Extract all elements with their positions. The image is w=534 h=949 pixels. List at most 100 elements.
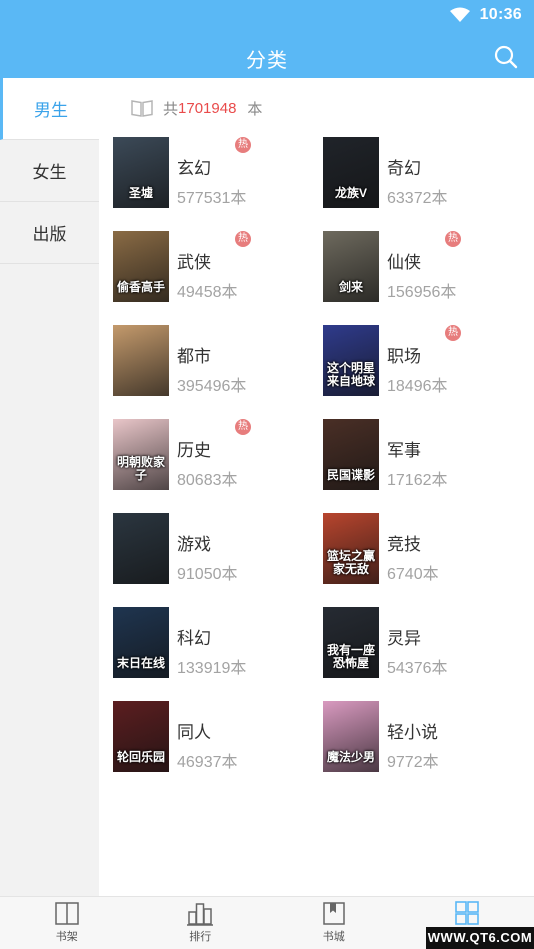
category-item[interactable]: 魔法少男 轻小说 9772本 (323, 701, 533, 795)
book-cover: 这个明星来自地球 (323, 325, 379, 396)
cover-title: 偷香高手 (116, 280, 165, 294)
category-item[interactable]: 明朝败家子 历史 80683本 热 (113, 419, 323, 513)
book-cover: 剑来 (323, 231, 379, 302)
cover-title: 龙族V (334, 186, 367, 200)
category-grid-icon (455, 901, 480, 925)
category-item[interactable]: 龙族V 奇幻 63372本 (323, 137, 533, 231)
book-cover: 篮坛之赢家无敌 (323, 513, 379, 584)
category-item[interactable]: 游戏 91050本 (113, 513, 323, 607)
category-count: 80683本 (177, 472, 238, 489)
hot-badge: 热 (235, 231, 251, 247)
cover-title: 我有一座恐怖屋 (326, 643, 375, 670)
category-name: 轻小说 (387, 723, 438, 742)
category-name: 都市 (177, 347, 211, 366)
cover-title: 魔法少男 (326, 750, 375, 764)
cover-title: 圣墟 (128, 186, 153, 200)
category-item[interactable]: 篮坛之赢家无敌 竞技 6740本 (323, 513, 533, 607)
book-cover (113, 325, 169, 396)
category-item[interactable]: 圣墟 玄幻 577531本 热 (113, 137, 323, 231)
bookshelf-icon (55, 902, 79, 925)
category-name: 奇幻 (387, 159, 421, 178)
nav-bookstore[interactable]: 书城 (267, 897, 401, 949)
category-name: 仙侠 (387, 253, 421, 272)
category-count: 156956本 (387, 284, 457, 301)
cover-title: 民国谍影 (326, 468, 375, 482)
cover-title: 篮坛之赢家无敌 (326, 549, 375, 576)
status-bar: 10:36 (449, 4, 522, 26)
category-item[interactable]: 轮回乐园 同人 46937本 (113, 701, 323, 795)
category-count: 54376本 (387, 660, 448, 677)
category-count: 46937本 (177, 754, 238, 771)
category-name: 游戏 (177, 535, 211, 554)
book-cover: 圣墟 (113, 137, 169, 208)
category-name: 职场 (387, 347, 421, 366)
cover-title: 末日在线 (116, 656, 165, 670)
category-count: 395496本 (177, 378, 247, 395)
status-time: 10:36 (479, 6, 522, 23)
category-count: 49458本 (177, 284, 238, 301)
sidebar-item-label: 男生 (34, 101, 68, 120)
category-item[interactable]: 这个明星来自地球 职场 18496本 热 (323, 325, 533, 419)
category-name: 竞技 (387, 535, 421, 554)
category-count: 133919本 (177, 660, 247, 677)
category-item[interactable]: 剑来 仙侠 156956本 热 (323, 231, 533, 325)
book-cover: 民国谍影 (323, 419, 379, 490)
total-prefix: 共 (163, 100, 179, 118)
category-item[interactable]: 末日在线 科幻 133919本 (113, 607, 323, 701)
category-name: 科幻 (177, 629, 211, 648)
category-name: 历史 (177, 441, 211, 460)
sidebar-item-label: 女生 (32, 163, 67, 182)
category-panel: 共 1701948 本 圣墟 玄幻 577531本 热 龙族V 奇幻 63372… (99, 78, 534, 896)
category-grid: 圣墟 玄幻 577531本 热 龙族V 奇幻 63372本 偷香高手 武侠 49… (113, 137, 533, 795)
title-bar: 10:36 分类 (0, 0, 534, 78)
sidebar-item-publish[interactable]: 出版 (0, 202, 99, 264)
book-cover: 轮回乐园 (113, 701, 169, 772)
book-cover: 偷香高手 (113, 231, 169, 302)
book-cover: 明朝败家子 (113, 419, 169, 490)
category-count: 9772本 (387, 754, 439, 771)
total-count: 1701948 (178, 99, 237, 117)
site-watermark: WWW.QT6.COM (426, 927, 534, 949)
hot-badge: 热 (445, 231, 461, 247)
hot-badge: 热 (235, 419, 251, 435)
page-title: 分类 (246, 50, 288, 72)
search-icon[interactable] (492, 43, 520, 71)
bookstore-icon (323, 902, 345, 925)
category-name: 军事 (387, 441, 421, 460)
total-unit: 本 (247, 100, 263, 118)
sidebar: 男生 女生 出版 (0, 78, 99, 896)
cover-title: 这个明星来自地球 (326, 361, 375, 388)
category-name: 同人 (177, 723, 211, 742)
category-name: 玄幻 (177, 159, 211, 178)
category-count: 63372本 (387, 190, 448, 207)
category-count: 577531本 (177, 190, 247, 207)
wifi-icon (449, 7, 470, 22)
total-count-row: 共 1701948 本 (131, 96, 262, 120)
cover-title: 剑来 (338, 280, 363, 294)
category-name: 武侠 (177, 253, 211, 272)
open-book-icon (131, 100, 153, 117)
sidebar-item-female[interactable]: 女生 (0, 140, 99, 202)
nav-bookshelf[interactable]: 书架 (0, 897, 134, 949)
category-item[interactable]: 民国谍影 军事 17162本 (323, 419, 533, 513)
nav-label: 书城 (322, 931, 345, 943)
category-item[interactable]: 偷香高手 武侠 49458本 热 (113, 231, 323, 325)
category-item[interactable]: 都市 395496本 (113, 325, 323, 419)
category-count: 91050本 (177, 566, 238, 583)
nav-ranking[interactable]: 排行 (134, 897, 268, 949)
book-cover: 我有一座恐怖屋 (323, 607, 379, 678)
category-count: 6740本 (387, 566, 439, 583)
cover-title: 明朝败家子 (116, 455, 165, 482)
category-count: 17162本 (387, 472, 448, 489)
category-count: 18496本 (387, 378, 448, 395)
sidebar-item-male[interactable]: 男生 (0, 78, 99, 140)
book-cover: 末日在线 (113, 607, 169, 678)
book-cover: 龙族V (323, 137, 379, 208)
book-cover (113, 513, 169, 584)
category-item[interactable]: 我有一座恐怖屋 灵异 54376本 (323, 607, 533, 701)
ranking-icon (187, 903, 214, 926)
sidebar-item-label: 出版 (32, 225, 67, 244)
nav-label: 排行 (189, 931, 212, 943)
hot-badge: 热 (445, 325, 461, 341)
hot-badge: 热 (235, 137, 251, 153)
